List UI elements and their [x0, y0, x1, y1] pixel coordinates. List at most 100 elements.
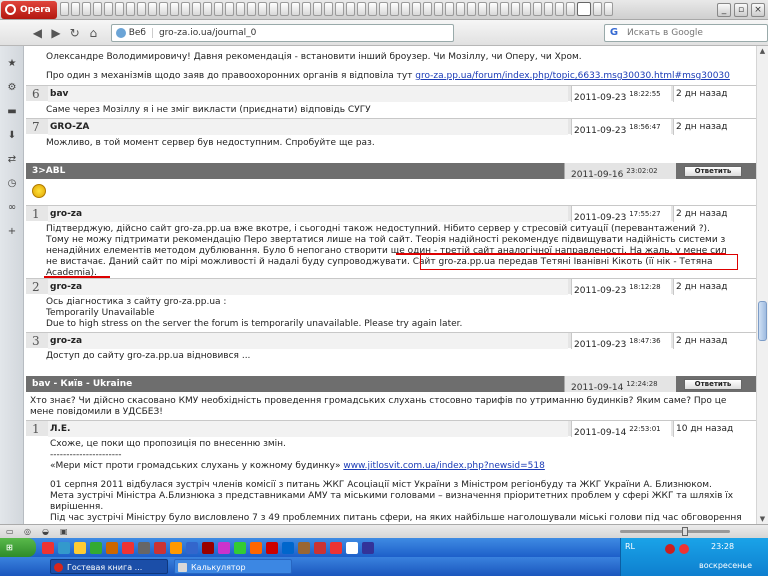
browser-tab[interactable] — [577, 1, 591, 16]
reload-icon[interactable]: ↻ — [67, 24, 82, 42]
quick-launch-icon[interactable] — [202, 541, 214, 554]
quick-launch-icon[interactable] — [186, 541, 198, 554]
browser-tab[interactable] — [247, 1, 256, 16]
quick-launch-icon[interactable] — [218, 541, 230, 554]
zoom-slider-track[interactable] — [620, 530, 730, 533]
browser-tab[interactable] — [335, 1, 344, 16]
address-field[interactable]: Веб gro-za.io.ua/journal_0 — [110, 23, 455, 42]
quick-launch-icon[interactable] — [154, 541, 166, 554]
browser-tab[interactable] — [500, 1, 509, 16]
minimize-icon[interactable]: _ — [717, 2, 731, 17]
view-icon[interactable]: ▣ — [60, 527, 72, 537]
browser-tab[interactable] — [181, 1, 190, 16]
browser-tab[interactable] — [82, 1, 91, 16]
quick-launch-icon[interactable] — [362, 541, 374, 554]
restore-icon[interactable]: ▫ — [734, 2, 748, 17]
quick-launch-icon[interactable] — [298, 541, 310, 554]
search-input[interactable] — [627, 27, 768, 38]
quick-launch-icon[interactable] — [74, 541, 86, 554]
browser-tab[interactable] — [236, 1, 245, 16]
browser-tab[interactable] — [511, 1, 520, 16]
links-icon[interactable]: ∞ — [6, 202, 18, 214]
browser-tab[interactable] — [93, 1, 102, 16]
settings-gear-icon[interactable]: ⚙ — [6, 82, 18, 94]
browser-tab[interactable] — [137, 1, 146, 16]
browser-tab[interactable] — [313, 1, 322, 16]
browser-tab[interactable] — [604, 1, 613, 16]
news-link[interactable]: www.jitlosvit.com.ua/index.php?newsid=51… — [343, 461, 545, 471]
quick-launch-icon[interactable] — [42, 541, 54, 554]
browser-tab[interactable] — [214, 1, 223, 16]
browser-tab[interactable] — [115, 1, 124, 16]
forward-icon[interactable]: ▶ — [49, 24, 64, 42]
turbo-icon[interactable]: ◎ — [24, 527, 36, 537]
taskbar-item-guestbook[interactable]: Гостевая книга ... — [50, 559, 168, 574]
quick-launch-icon[interactable] — [234, 541, 246, 554]
quick-launch-icon[interactable] — [106, 541, 118, 554]
browser-tab[interactable] — [170, 1, 179, 16]
browser-tab[interactable] — [280, 1, 289, 16]
browser-tab[interactable] — [555, 1, 564, 16]
browser-tab[interactable] — [467, 1, 476, 16]
browser-tab[interactable] — [566, 1, 575, 16]
browser-tab[interactable] — [368, 1, 377, 16]
panel-toggle-icon[interactable]: ▭ — [6, 527, 18, 537]
browser-tab[interactable] — [302, 1, 311, 16]
browser-tab[interactable] — [544, 1, 553, 16]
browser-tab[interactable] — [159, 1, 168, 16]
notes-icon[interactable]: ▬ — [6, 106, 18, 118]
quick-launch-icon[interactable] — [314, 541, 326, 554]
reply-button[interactable]: Ответить — [684, 379, 742, 390]
browser-tab[interactable] — [489, 1, 498, 16]
quick-launch-icon[interactable] — [250, 541, 262, 554]
home-icon[interactable]: ⌂ — [86, 24, 101, 42]
quick-launch-icon[interactable] — [122, 541, 134, 554]
quick-launch-icon[interactable] — [138, 541, 150, 554]
browser-tab[interactable] — [225, 1, 234, 16]
browser-tab[interactable] — [126, 1, 135, 16]
bookmarks-star-icon[interactable]: ★ — [6, 58, 18, 70]
browser-tab[interactable] — [401, 1, 410, 16]
scroll-up-icon[interactable]: ▲ — [757, 46, 768, 56]
share-icon[interactable]: ⇄ — [6, 154, 18, 166]
opera-menu-button[interactable]: Opera — [1, 0, 57, 19]
browser-tab[interactable] — [291, 1, 300, 16]
quick-launch-icon[interactable] — [170, 541, 182, 554]
tray-app-icon[interactable] — [665, 544, 675, 554]
browser-tab[interactable] — [434, 1, 443, 16]
browser-tab[interactable] — [593, 1, 602, 16]
browser-tab[interactable] — [412, 1, 421, 16]
browser-tab[interactable] — [192, 1, 201, 16]
browser-tab[interactable] — [71, 1, 80, 16]
scroll-thumb[interactable] — [758, 301, 767, 341]
taskbar-item-calculator[interactable]: Калькулятор — [174, 559, 292, 574]
quick-launch-icon[interactable] — [266, 541, 278, 554]
quick-launch-icon[interactable] — [90, 541, 102, 554]
browser-tab[interactable] — [379, 1, 388, 16]
browser-tab[interactable] — [522, 1, 531, 16]
browser-tab[interactable] — [324, 1, 333, 16]
scroll-down-icon[interactable]: ▼ — [757, 514, 768, 524]
zoom-slider-thumb[interactable] — [682, 527, 688, 536]
quick-launch-icon[interactable] — [58, 541, 70, 554]
close-icon[interactable]: × — [751, 2, 765, 17]
browser-tab[interactable] — [390, 1, 399, 16]
browser-tab[interactable] — [258, 1, 267, 16]
quick-launch-icon[interactable] — [330, 541, 342, 554]
downloads-icon[interactable]: ⬇ — [6, 130, 18, 142]
browser-tab[interactable] — [104, 1, 113, 16]
quick-launch-icon[interactable] — [346, 541, 358, 554]
browser-tab[interactable] — [148, 1, 157, 16]
quick-launch-icon[interactable] — [282, 541, 294, 554]
unite-icon[interactable]: ◒ — [42, 527, 54, 537]
language-indicator[interactable]: RL — [625, 542, 635, 551]
tray-antivirus-icon[interactable] — [679, 544, 689, 554]
browser-tab[interactable] — [423, 1, 432, 16]
history-clock-icon[interactable]: ◷ — [6, 178, 18, 190]
start-button[interactable]: ⊞ — [0, 538, 36, 557]
browser-tab[interactable] — [346, 1, 355, 16]
browser-tab[interactable] — [357, 1, 366, 16]
add-panel-icon[interactable]: + — [6, 226, 18, 238]
browser-tab[interactable] — [445, 1, 454, 16]
forum-topic-link[interactable]: gro-za.pp.ua/forum/index.php/topic,6633.… — [415, 71, 730, 81]
